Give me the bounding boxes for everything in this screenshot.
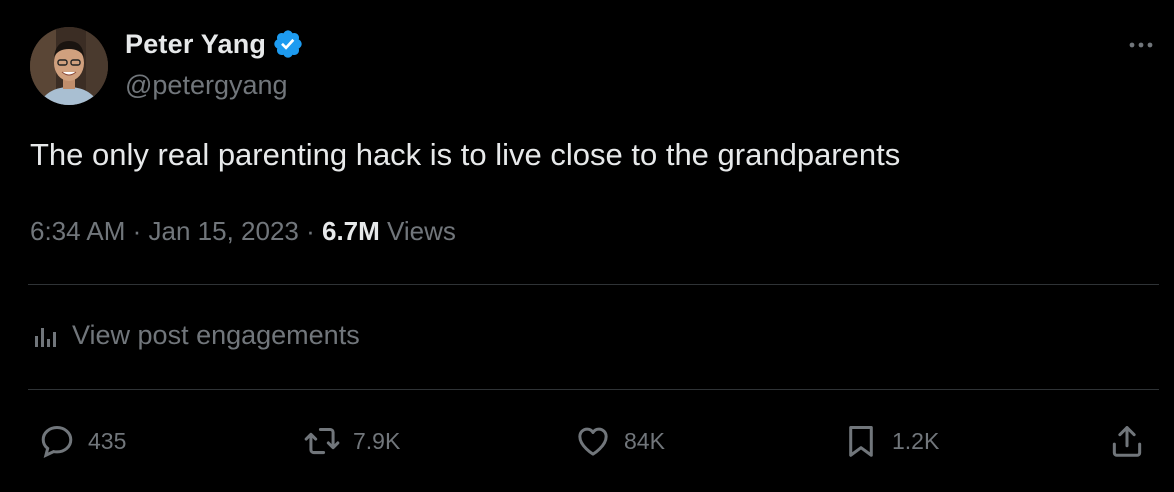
bookmark-icon — [849, 426, 873, 457]
author-name[interactable]: Peter Yang — [125, 29, 266, 60]
views-label: Views — [379, 216, 456, 246]
reply-bubble-icon — [41, 426, 73, 458]
retweet-icon — [304, 427, 340, 455]
share-icon — [1112, 426, 1142, 457]
more-options-button[interactable] — [1126, 30, 1156, 60]
analytics-bars-icon — [35, 327, 56, 347]
like-count: 84K — [624, 427, 665, 454]
more-horizontal-icon — [1129, 42, 1153, 48]
bookmark-button[interactable]: 1.2K — [842, 418, 939, 464]
bookmark-count: 1.2K — [892, 427, 940, 454]
divider — [28, 389, 1159, 390]
share-button[interactable] — [1108, 418, 1158, 464]
heart-icon — [578, 427, 608, 456]
meta-separator: · — [298, 216, 322, 246]
post-meta: 6:34 AM · Jan 15, 2023 · 6.7M Views — [30, 216, 456, 247]
reply-button[interactable]: 435 — [38, 418, 126, 464]
verified-badge-icon[interactable] — [272, 28, 304, 60]
divider — [28, 284, 1159, 285]
meta-separator: · — [125, 216, 149, 246]
author-name-row[interactable]: Peter Yang — [125, 28, 304, 60]
repost-button[interactable]: 7.9K — [303, 418, 400, 464]
like-button[interactable]: 84K — [574, 418, 665, 464]
post-time[interactable]: 6:34 AM — [30, 216, 125, 246]
avatar[interactable] — [30, 27, 108, 105]
action-bar: 435 7.9K 84K 1.2K — [0, 418, 1174, 464]
reply-count: 435 — [88, 427, 127, 454]
post-text: The only real parenting hack is to live … — [30, 137, 901, 172]
views-count: 6.7M — [321, 216, 380, 246]
tweet-card: Peter Yang @petergyang The only real par… — [0, 0, 1174, 492]
repost-count: 7.9K — [353, 427, 401, 454]
view-engagements-link[interactable]: View post engagements — [32, 320, 360, 351]
view-engagements-label[interactable]: View post engagements — [72, 320, 360, 351]
author-handle[interactable]: @petergyang — [125, 70, 288, 101]
post-date[interactable]: Jan 15, 2023 — [149, 216, 299, 246]
